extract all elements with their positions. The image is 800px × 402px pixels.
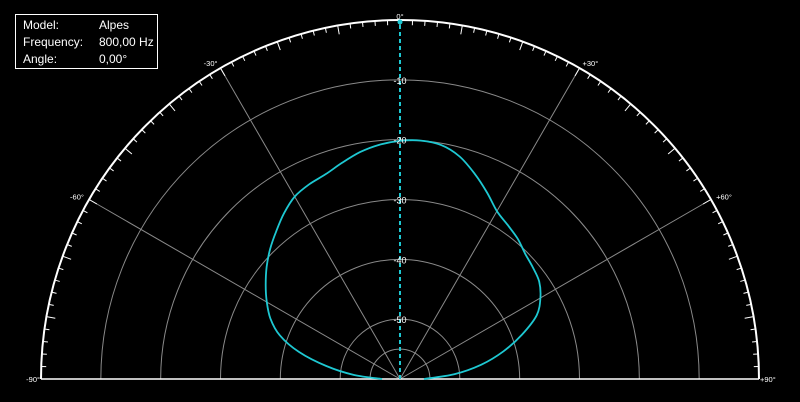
grid-spoke: [399, 199, 712, 380]
outer-tick: [587, 74, 591, 80]
outer-tick: [349, 23, 352, 29]
outer-tick: [436, 21, 439, 27]
outer-tick: [71, 232, 77, 236]
outer-tick: [51, 291, 57, 294]
outer-tick: [188, 88, 193, 93]
grid-spoke: [220, 67, 401, 380]
outer-tick: [702, 199, 712, 205]
grid-ring: [220, 199, 580, 380]
outer-tick: [693, 177, 698, 182]
outer-tick: [159, 111, 164, 117]
outer-tick: [485, 30, 488, 36]
outer-tick: [497, 33, 500, 39]
outer-tick: [231, 61, 235, 67]
outer-tick: [624, 103, 632, 112]
radial-tick-label: -10: [393, 76, 406, 86]
outer-tick: [543, 50, 547, 56]
outer-tick: [209, 74, 213, 80]
outer-tick: [168, 103, 176, 112]
outer-tick: [124, 147, 133, 155]
angle-tick-label: +90°: [760, 375, 776, 384]
outer-tick: [678, 157, 684, 162]
outer-tick: [300, 33, 303, 39]
model-label: Model:: [23, 18, 60, 32]
outer-tick: [743, 291, 749, 294]
outer-tick: [102, 177, 107, 182]
outer-tick: [220, 67, 226, 77]
outer-tick: [276, 41, 281, 51]
outer-tick: [699, 188, 705, 192]
outer-tick: [62, 255, 72, 260]
outer-tick: [617, 95, 622, 101]
angle-tick-label: +60°: [716, 193, 732, 202]
outer-tick: [645, 120, 650, 125]
angle-tick-label: -60°: [70, 193, 84, 202]
outer-tick: [150, 120, 155, 125]
outer-tick: [82, 210, 88, 214]
outer-tick: [752, 340, 758, 343]
frequency-label: Frequency:: [23, 35, 84, 49]
outer-tick: [565, 61, 569, 67]
outer-tick: [77, 221, 83, 225]
angle-label: Angle:: [23, 52, 58, 66]
outer-tick: [636, 111, 641, 117]
outer-tick: [686, 167, 691, 172]
outer-tick: [178, 95, 183, 101]
outer-tick: [460, 25, 463, 35]
radial-tick-label: -30: [393, 196, 406, 206]
angle-tick-label: -90°: [26, 375, 40, 384]
info-box: Model: Alpes Frequency: 800,00 Hz Angle:…: [15, 14, 158, 69]
frequency-value: 800,00 Hz: [99, 35, 154, 49]
grid-spoke: [399, 67, 580, 380]
outer-tick: [46, 316, 56, 319]
outer-tick: [116, 157, 122, 162]
outer-tick: [654, 129, 659, 134]
angle-tick-label: 0°: [396, 12, 403, 21]
outer-tick: [662, 138, 668, 143]
outer-tick: [44, 328, 50, 331]
outer-tick: [723, 232, 729, 236]
outer-tick: [88, 199, 98, 205]
outer-tick: [744, 316, 754, 319]
outer-tick: [337, 25, 340, 35]
outer-tick: [712, 210, 718, 214]
outer-tick: [312, 30, 315, 36]
outer-tick: [597, 81, 602, 86]
grid-spoke: [88, 199, 401, 380]
outer-tick: [717, 221, 723, 225]
outer-tick: [448, 23, 451, 29]
outer-tick: [54, 279, 60, 282]
outer-tick: [198, 81, 203, 86]
outer-tick: [554, 56, 558, 62]
outer-tick: [253, 50, 257, 56]
outer-tick: [750, 328, 756, 331]
outer-tick: [42, 340, 48, 343]
outer-tick: [607, 88, 612, 93]
outer-tick: [740, 279, 746, 282]
angle-tick-label: +30°: [583, 59, 599, 68]
outer-tick: [361, 21, 364, 27]
radial-tick-label: -40: [393, 255, 406, 265]
outer-tick: [132, 138, 138, 143]
angle-value: 0,00°: [99, 52, 128, 66]
angle-tick-label: -30°: [204, 59, 218, 68]
outer-tick: [667, 147, 676, 155]
outer-tick: [519, 41, 524, 51]
outer-tick: [574, 67, 580, 77]
radial-tick-label: -20: [393, 136, 406, 146]
outer-tick: [242, 56, 246, 62]
outer-tick: [728, 255, 738, 260]
outer-tick: [109, 167, 114, 172]
outer-tick: [141, 129, 146, 134]
model-value: Alpes: [99, 18, 130, 32]
radial-tick-label: -50: [393, 315, 406, 325]
outer-tick: [95, 188, 101, 192]
